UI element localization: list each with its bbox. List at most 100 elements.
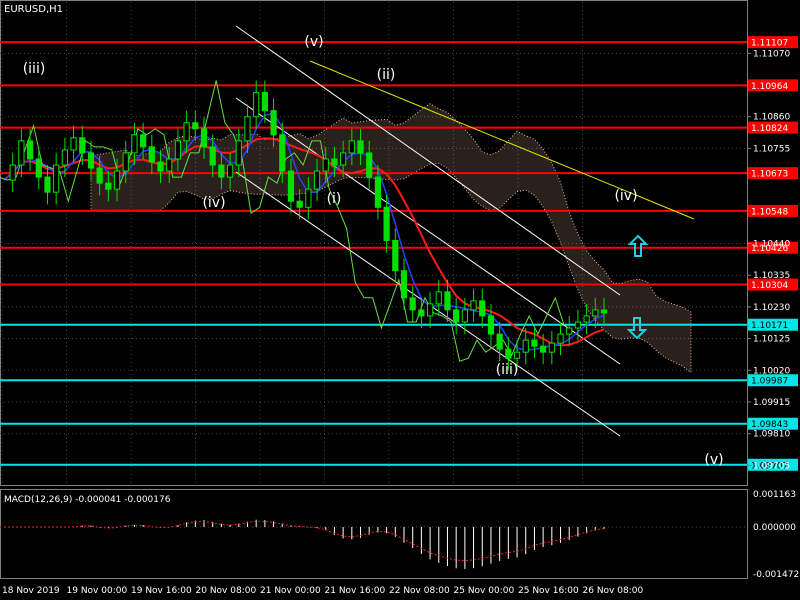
indicator-lines bbox=[0, 25, 695, 437]
candle-body bbox=[340, 152, 347, 166]
candle-body bbox=[522, 339, 529, 353]
candle-body bbox=[61, 149, 68, 166]
candle-body bbox=[435, 291, 442, 305]
price-axis: 1.11070 1.10860 1.10755 1.10440 1.10335 1.102… bbox=[747, 49, 790, 471]
candle-body bbox=[426, 303, 434, 317]
candle-body bbox=[96, 167, 103, 184]
candle-body bbox=[87, 152, 95, 169]
candle-body bbox=[183, 122, 190, 142]
candle-body bbox=[409, 297, 416, 311]
candle-body bbox=[383, 206, 390, 241]
wave-label: (iv) bbox=[202, 195, 225, 211]
price-tick-label: 1.09915 bbox=[753, 398, 790, 408]
price-tick-label: 1.10020 bbox=[753, 366, 790, 376]
candle-body bbox=[487, 315, 495, 335]
wave-label: (i) bbox=[327, 191, 342, 207]
candle-body bbox=[348, 140, 355, 154]
wave-labels: (iii) (iv) (v) (i) (ii) (iii) (iv) (v) bbox=[23, 34, 724, 468]
candle-body bbox=[557, 333, 564, 344]
candle-body bbox=[131, 134, 138, 154]
candle-body bbox=[600, 309, 608, 314]
candle-body bbox=[79, 137, 86, 154]
wave-label: (v) bbox=[304, 34, 323, 50]
candle-body bbox=[192, 122, 199, 130]
candle-body bbox=[105, 182, 112, 190]
candle-body bbox=[70, 137, 77, 151]
candle-body bbox=[470, 300, 477, 311]
level-label: 1.10824 bbox=[751, 124, 788, 134]
candle-body bbox=[209, 146, 216, 166]
candle-body bbox=[592, 309, 599, 317]
macd-axis: 0.001163 0.000000 -0.001472 bbox=[753, 490, 799, 580]
candle-body bbox=[566, 327, 573, 335]
candle-body bbox=[287, 170, 295, 202]
candle-body bbox=[140, 134, 147, 148]
candle-body bbox=[531, 339, 538, 347]
candle-body bbox=[244, 116, 251, 142]
price-tick-label: 1.09705 bbox=[753, 461, 790, 471]
candle-body bbox=[26, 140, 34, 160]
time-tick-label: 19 Nov 00:00 bbox=[67, 586, 128, 596]
candle-body bbox=[313, 170, 321, 190]
price-tick-label: 1.10125 bbox=[753, 335, 790, 345]
candle-body bbox=[270, 110, 277, 136]
chikou-line bbox=[0, 80, 565, 362]
candle-body bbox=[44, 176, 51, 193]
level-label: 1.10171 bbox=[751, 321, 788, 331]
candle-body bbox=[157, 161, 164, 172]
price-tick-label: 1.10230 bbox=[753, 303, 790, 313]
level-label: 1.10673 bbox=[751, 170, 788, 180]
level-label: 1.11107 bbox=[751, 39, 788, 49]
price-tick-label: 1.09810 bbox=[753, 430, 790, 440]
candle-body bbox=[261, 92, 268, 112]
time-tick-label: 21 Nov 00:00 bbox=[260, 586, 321, 596]
wave-label: (iii) bbox=[23, 61, 46, 77]
macd-axis-label: 0.000000 bbox=[753, 523, 796, 533]
candle-body bbox=[513, 351, 521, 359]
time-tick-label: 18 Nov 2019 bbox=[2, 586, 60, 596]
candle-body bbox=[35, 158, 42, 178]
candle-body bbox=[357, 140, 364, 154]
candle-body bbox=[18, 140, 25, 166]
candle-body bbox=[296, 200, 303, 208]
candle-body bbox=[235, 140, 242, 166]
price-tick-label: 1.10335 bbox=[753, 271, 790, 281]
time-tick-label: 20 Nov 08:00 bbox=[196, 586, 257, 596]
candle-body bbox=[200, 128, 208, 148]
time-tick-label: 26 Nov 08:00 bbox=[583, 586, 644, 596]
level-label: 1.10548 bbox=[751, 207, 788, 217]
candle-body bbox=[9, 164, 16, 181]
wave-label: (iii) bbox=[496, 362, 519, 378]
time-axis: 18 Nov 2019 19 Nov 00:00 19 Nov 16:00 20 No… bbox=[2, 586, 643, 596]
candle-body bbox=[226, 164, 234, 178]
chart-canvas[interactable]: 1.11107 1.10964 1.10824 1.10673 1.10548 1.104… bbox=[0, 0, 800, 600]
time-tick-label: 25 Nov 16:00 bbox=[518, 586, 579, 596]
candle-body bbox=[305, 188, 312, 208]
candle-body bbox=[253, 92, 260, 118]
candle-body bbox=[374, 176, 382, 208]
candle-body bbox=[574, 321, 582, 329]
time-tick-label: 19 Nov 16:00 bbox=[131, 586, 192, 596]
candle-body bbox=[496, 333, 503, 350]
level-label: 1.10964 bbox=[751, 82, 788, 92]
wave-label: (iv) bbox=[614, 188, 637, 204]
candles bbox=[9, 80, 608, 371]
candle-body bbox=[279, 134, 286, 172]
candle-body bbox=[218, 164, 225, 178]
time-tick-label: 22 Nov 08:00 bbox=[389, 586, 450, 596]
candle-body bbox=[122, 152, 129, 172]
price-tick-label: 1.10440 bbox=[753, 240, 790, 250]
level-lines: 1.11107 1.10964 1.10824 1.10673 1.10548 1.104… bbox=[0, 36, 798, 471]
wave-label: (ii) bbox=[377, 67, 396, 83]
candle-body bbox=[583, 315, 590, 323]
price-tick-label: 1.11070 bbox=[753, 49, 790, 59]
symbol-title: EURUSD,H1 bbox=[4, 4, 63, 15]
candle-body bbox=[166, 158, 173, 172]
candle-body bbox=[113, 170, 121, 190]
candle-body bbox=[331, 158, 338, 166]
wave-label: (v) bbox=[704, 452, 723, 468]
price-tick-label: 1.10860 bbox=[753, 113, 790, 123]
macd-title: MACD(12,26,9) -0.000041 -0.000176 bbox=[4, 495, 171, 505]
candle-body bbox=[148, 146, 155, 163]
up-arrow-icon bbox=[627, 234, 649, 257]
